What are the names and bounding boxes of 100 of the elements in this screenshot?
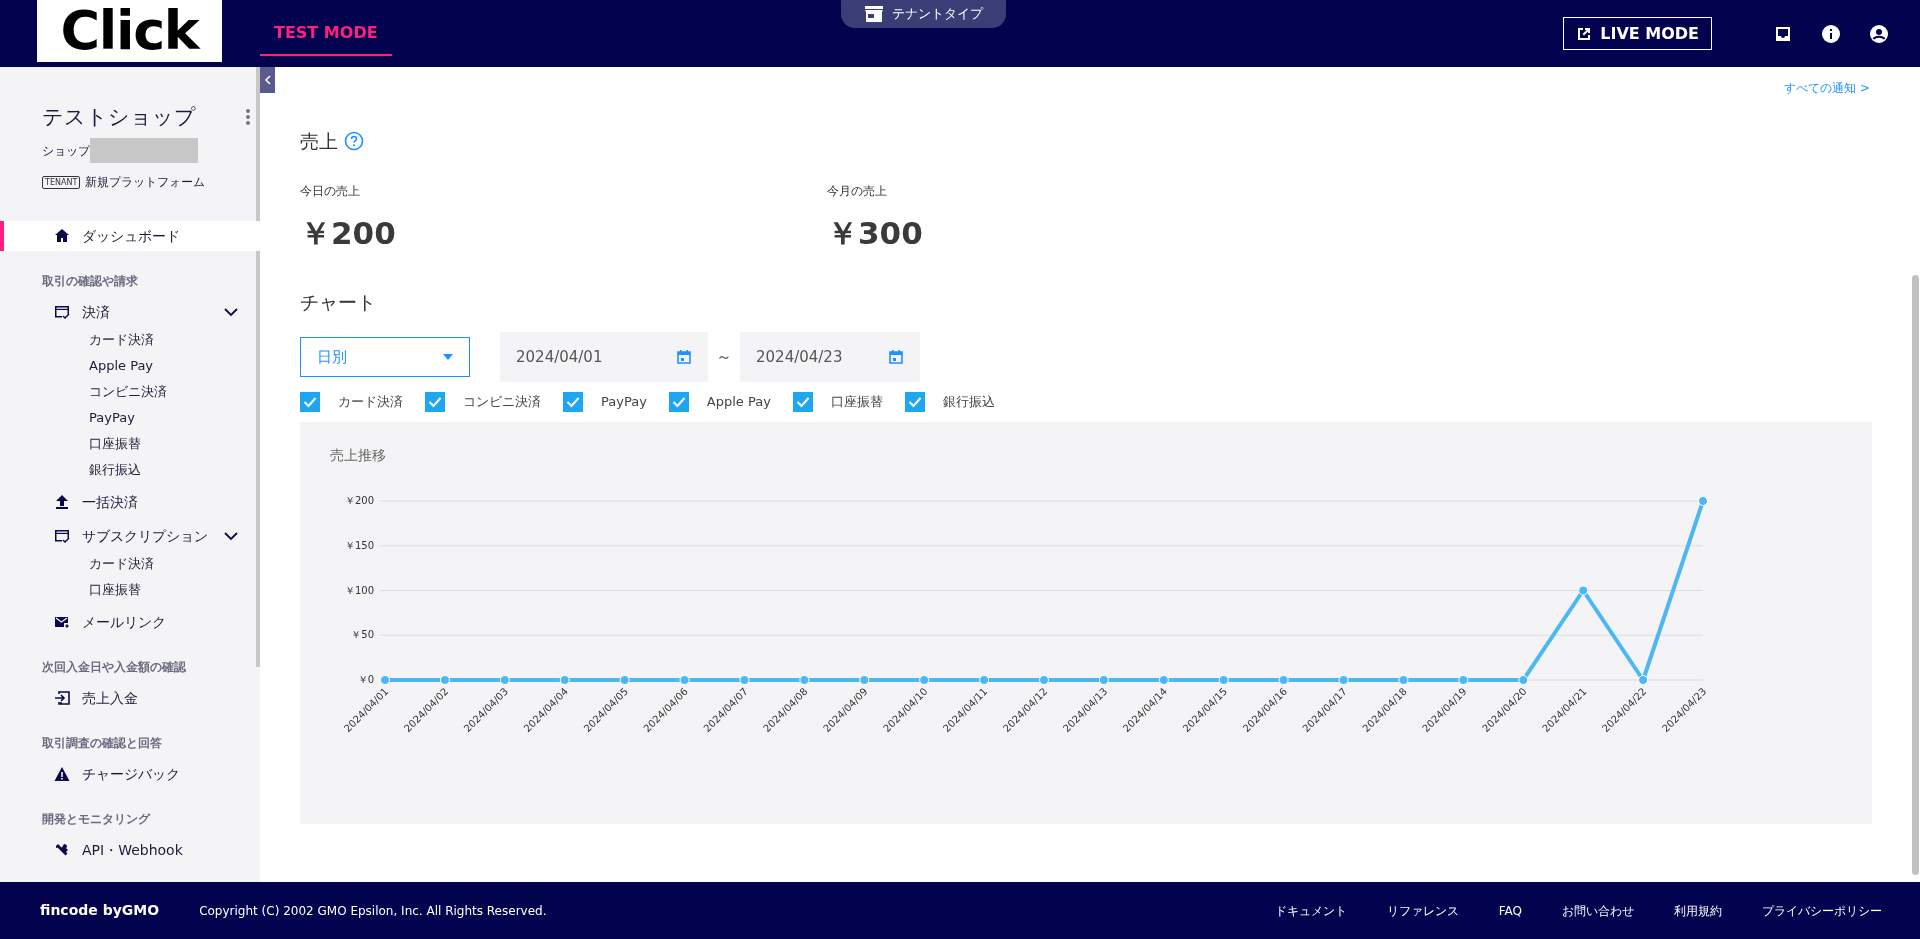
shop-label: ショップ [42,142,90,160]
help-icon [344,131,364,152]
checkbox[interactable]: PayPay [563,392,647,412]
nav-item[interactable]: API・Webhook [0,835,260,865]
logo: Click [37,0,222,62]
chart-title: 売上推移 [330,447,386,463]
checkbox[interactable]: 口座振替 [792,392,883,412]
axis-tick-label: ￥200 [344,495,374,506]
store-icon [864,5,884,23]
data-point [1398,675,1409,685]
stat-value: ￥300 [827,213,924,252]
section-heading: 開発とモニタリング [41,811,152,827]
account-icon[interactable] [1869,23,1889,44]
data-point [979,675,990,685]
section-heading: 次回入金日や入金額の確認 [41,659,187,675]
collapse-button[interactable] [260,67,275,93]
check-icon [566,396,580,408]
more-icon [246,109,250,125]
footer-link[interactable]: プライバシーポリシー [1762,901,1882,920]
nav-subitem[interactable]: コンビニ決済 [0,379,260,405]
data-point [380,675,390,685]
tenant-type-tab[interactable]: テナントタイプ [841,0,1006,28]
shop-name: テストショップ [42,107,197,128]
login-arrow-icon [54,690,70,706]
data-point [739,675,750,685]
data-point [1039,675,1049,685]
nav-item[interactable]: 一括決済 [0,487,260,517]
nav-subitem[interactable]: 銀行振込 [0,457,260,483]
nav-subitem[interactable]: 口座振替 [0,431,260,457]
data-point [1458,675,1469,685]
axis-tick-label: ￥0 [357,674,374,685]
copyright-text: Copyright (C) 2002 GMO Epsilon, Inc. All Rights Reserved. [199,902,547,920]
check-icon [795,396,810,408]
footer-link[interactable]: リファレンス [1386,901,1459,920]
envelope-icon [54,614,70,630]
data-point [1278,675,1289,685]
nav-item[interactable]: メールリンク [0,607,260,637]
data-point [1218,675,1229,685]
nav-subitem[interactable]: 口座振替 [0,577,260,603]
data-point [439,675,450,685]
checkbox[interactable]: 銀行振込 [904,392,995,412]
stat-label: 今月の売上 [827,182,888,200]
nav-item[interactable]: サブスクリプション [0,521,260,551]
nav-item[interactable]: 決済 [0,297,260,327]
nav-item[interactable]: ダッシュボード [0,221,260,251]
mode-tab[interactable]: TEST MODE [260,11,392,56]
footer-link[interactable]: お問い合わせ [1562,901,1634,920]
axis-tick-label: ￥50 [351,629,374,641]
nav-item[interactable]: 売上入金 [0,683,260,713]
card-check-icon [54,528,70,544]
nav-item[interactable]: チャージバック [0,759,260,789]
section-heading: 取引調査の確認と回答 [41,735,163,751]
nav-subitem[interactable]: PayPay [0,405,260,431]
data-point [799,675,810,685]
calendar-icon [888,349,904,365]
footer-brand: fincode byGMO [40,901,160,920]
platform-label: 新規プラットフォーム [85,174,206,191]
data-point [1158,675,1169,685]
footer-link[interactable]: 利用規約 [1674,901,1722,920]
home-icon [54,228,70,244]
warning-icon [54,766,70,782]
data-point [859,675,870,685]
nav-subitem[interactable]: Apple Pay [0,353,260,379]
data-point [619,675,630,685]
checkbox[interactable]: コンビニ決済 [425,392,541,412]
date-to-field[interactable]: 2024/04/23 [740,332,920,382]
calendar-icon [676,349,692,365]
live-mode-button[interactable]: LIVE MODE [1563,17,1712,50]
section-title: 売上 [300,129,338,154]
data-point [1098,675,1109,685]
data-point [499,675,510,685]
chevron-left-icon [263,75,272,85]
nav-subitem[interactable]: カード決済 [0,551,260,577]
external-link-icon [1576,25,1593,42]
checkbox[interactable]: Apple Pay [668,392,771,412]
check-icon [671,396,686,408]
data-point [919,675,930,685]
date-from-field[interactable]: 2024/04/01 [500,332,708,382]
footer-link[interactable]: ドキュメント [1274,901,1347,920]
data-point [1578,585,1589,596]
upload-icon [54,494,70,510]
data-point [1338,675,1349,685]
data-point [1518,675,1529,685]
data-point [679,675,690,685]
checkbox[interactable]: カード決済 [300,392,403,412]
nav-subitem[interactable]: カード決済 [0,327,260,353]
scrollbar-thumb[interactable] [1912,275,1919,875]
data-point [1638,675,1649,685]
check-icon [428,396,442,408]
stat-value: ￥200 [300,213,397,252]
info-icon[interactable] [1821,23,1841,44]
stat-label: 今日の売上 [300,182,361,200]
axis-tick-label: ￥100 [344,584,374,596]
axis-tick-label: ￥150 [344,539,374,551]
range-separator: ～ [716,346,732,368]
footer-link[interactable]: FAQ [1498,901,1522,920]
data-point [559,675,570,685]
check-icon [303,396,317,408]
data-point [1698,496,1708,506]
check-icon [907,396,922,408]
